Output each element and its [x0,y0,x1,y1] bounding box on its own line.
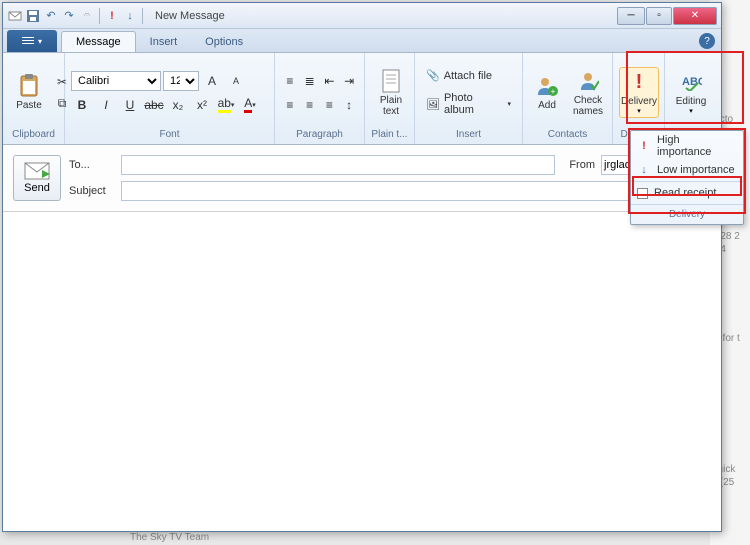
redo-icon[interactable]: ↷ [61,8,77,24]
group-label: Paragraph [281,128,358,142]
subject-field[interactable] [121,181,711,201]
minimize-button[interactable]: ─ [617,7,645,25]
low-importance-icon[interactable]: ↓ [122,8,138,24]
group-label: Contacts [529,128,606,142]
save-icon[interactable] [25,8,41,24]
app-menu-button[interactable]: ▾ [7,30,57,52]
chevron-down-icon: ▾ [689,107,693,115]
group-insert: 📎 Attach file 🖼 Photo album ▾ Insert [415,53,523,144]
numbering-button[interactable]: ≣ [301,70,319,92]
group-label: Insert [421,128,516,142]
group-font: Calibri 12 A A B I U abc x₂ x² ab▾ A▾ [65,53,275,144]
delivery-button[interactable]: ! Delivery ▾ [619,67,659,118]
add-contact-icon: + [535,74,559,98]
send-mail-icon [24,162,50,180]
tab-message[interactable]: Message [61,31,136,52]
font-name-select[interactable]: Calibri [71,71,161,91]
svg-text:+: + [551,87,556,96]
bg-text: The Sky TV Team [130,532,209,543]
align-left-button[interactable]: ≡ [281,94,299,116]
group-paragraph: ≡ ≣ ⇤ ⇥ ≡ ≡ ≡ ↕ Paragraph [275,53,365,144]
svg-text:ABC: ABC [682,76,702,88]
spellcheck-icon: ABC [679,70,703,94]
chevron-down-icon: ▾ [507,100,511,108]
line-spacing-button[interactable]: ↕ [340,94,358,116]
check-names-icon [576,69,600,93]
message-header: Send To... From jrgladman@gmail. Subject [3,145,721,212]
quick-access-toolbar: ↶ ↷ 𝄐 ! ↓ [7,8,145,24]
high-importance-icon[interactable]: ! [104,8,120,24]
send-button[interactable]: Send [13,155,61,201]
undo-icon[interactable]: ↶ [43,8,59,24]
importance-icon: ! [627,70,651,94]
bullets-button[interactable]: ≡ [281,70,299,92]
align-right-button[interactable]: ≡ [321,94,339,116]
window: ↶ ↷ 𝄐 ! ↓ New Message ─ ▫ ✕ ▾ Message In… [2,2,722,532]
window-title: New Message [155,10,225,22]
delivery-menu: ! High importance ↓ Low importance Read … [630,130,744,225]
checkbox-icon [637,188,648,199]
check-names-button[interactable]: Check names [567,66,609,120]
italic-button[interactable]: I [95,94,117,116]
menu-footer-label: Delivery [631,207,743,224]
plaintext-icon [379,69,403,93]
grow-font-icon[interactable]: A [201,70,223,92]
paste-button[interactable]: Paste [9,71,49,114]
to-field[interactable] [121,155,555,175]
superscript-button[interactable]: x² [191,94,213,116]
highlight-color-button[interactable]: ab▾ [215,94,237,116]
increase-indent-button[interactable]: ⇥ [340,70,358,92]
group-label: Font [71,128,268,142]
help-icon[interactable]: ? [699,33,715,49]
menu-high-importance[interactable]: ! High importance [631,131,743,161]
font-size-select[interactable]: 12 [163,71,199,91]
group-label: Clipboard [9,128,58,142]
group-label: Plain t... [371,128,408,142]
tab-options[interactable]: Options [191,32,257,52]
paperclip-icon: 📎 [426,69,440,82]
ribbon-tabs: ▾ Message Insert Options ? [3,29,721,53]
qat-send-icon[interactable] [7,8,23,24]
attach-icon[interactable]: 𝄐 [79,8,95,24]
subscript-button[interactable]: x₂ [167,94,189,116]
tab-insert[interactable]: Insert [136,32,192,52]
clipboard-icon [17,74,41,98]
photo-icon: 🖼 [426,98,440,111]
underline-button[interactable]: U [119,94,141,116]
message-body[interactable] [3,212,721,531]
high-importance-icon: ! [637,140,651,152]
plain-text-button[interactable]: Plain text [371,66,411,120]
chevron-down-icon: ▾ [38,37,42,46]
titlebar: ↶ ↷ 𝄐 ! ↓ New Message ─ ▫ ✕ [3,3,721,29]
decrease-indent-button[interactable]: ⇤ [321,70,339,92]
font-color-button[interactable]: A▾ [239,94,261,116]
low-importance-icon: ↓ [637,164,651,176]
to-label[interactable]: To... [69,159,115,171]
menu-low-importance[interactable]: ↓ Low importance [631,161,743,179]
group-plaintext: Plain text Plain t... [365,53,415,144]
ribbon: Paste ✂ ⧉ Clipboard Calibri 12 A A [3,53,721,145]
attach-file-button[interactable]: 📎 Attach file [421,66,516,85]
menu-lines-icon [22,37,34,45]
editing-button[interactable]: ABC Editing ▾ [671,67,711,118]
strike-button[interactable]: abc [143,94,165,116]
shrink-font-icon[interactable]: A [225,70,247,92]
maximize-button[interactable]: ▫ [646,7,672,25]
menu-read-receipt[interactable]: Read receipt [631,184,743,202]
chevron-down-icon: ▾ [637,107,641,115]
subject-label: Subject [69,185,115,197]
group-contacts: + Add Check names Contacts [523,53,613,144]
from-label: From [569,159,595,171]
close-button[interactable]: ✕ [673,7,717,25]
align-center-button[interactable]: ≡ [301,94,319,116]
photo-album-button[interactable]: 🖼 Photo album ▾ [421,89,516,119]
add-contact-button[interactable]: + Add [529,71,565,114]
group-clipboard: Paste ✂ ⧉ Clipboard [3,53,65,144]
bold-button[interactable]: B [71,94,93,116]
